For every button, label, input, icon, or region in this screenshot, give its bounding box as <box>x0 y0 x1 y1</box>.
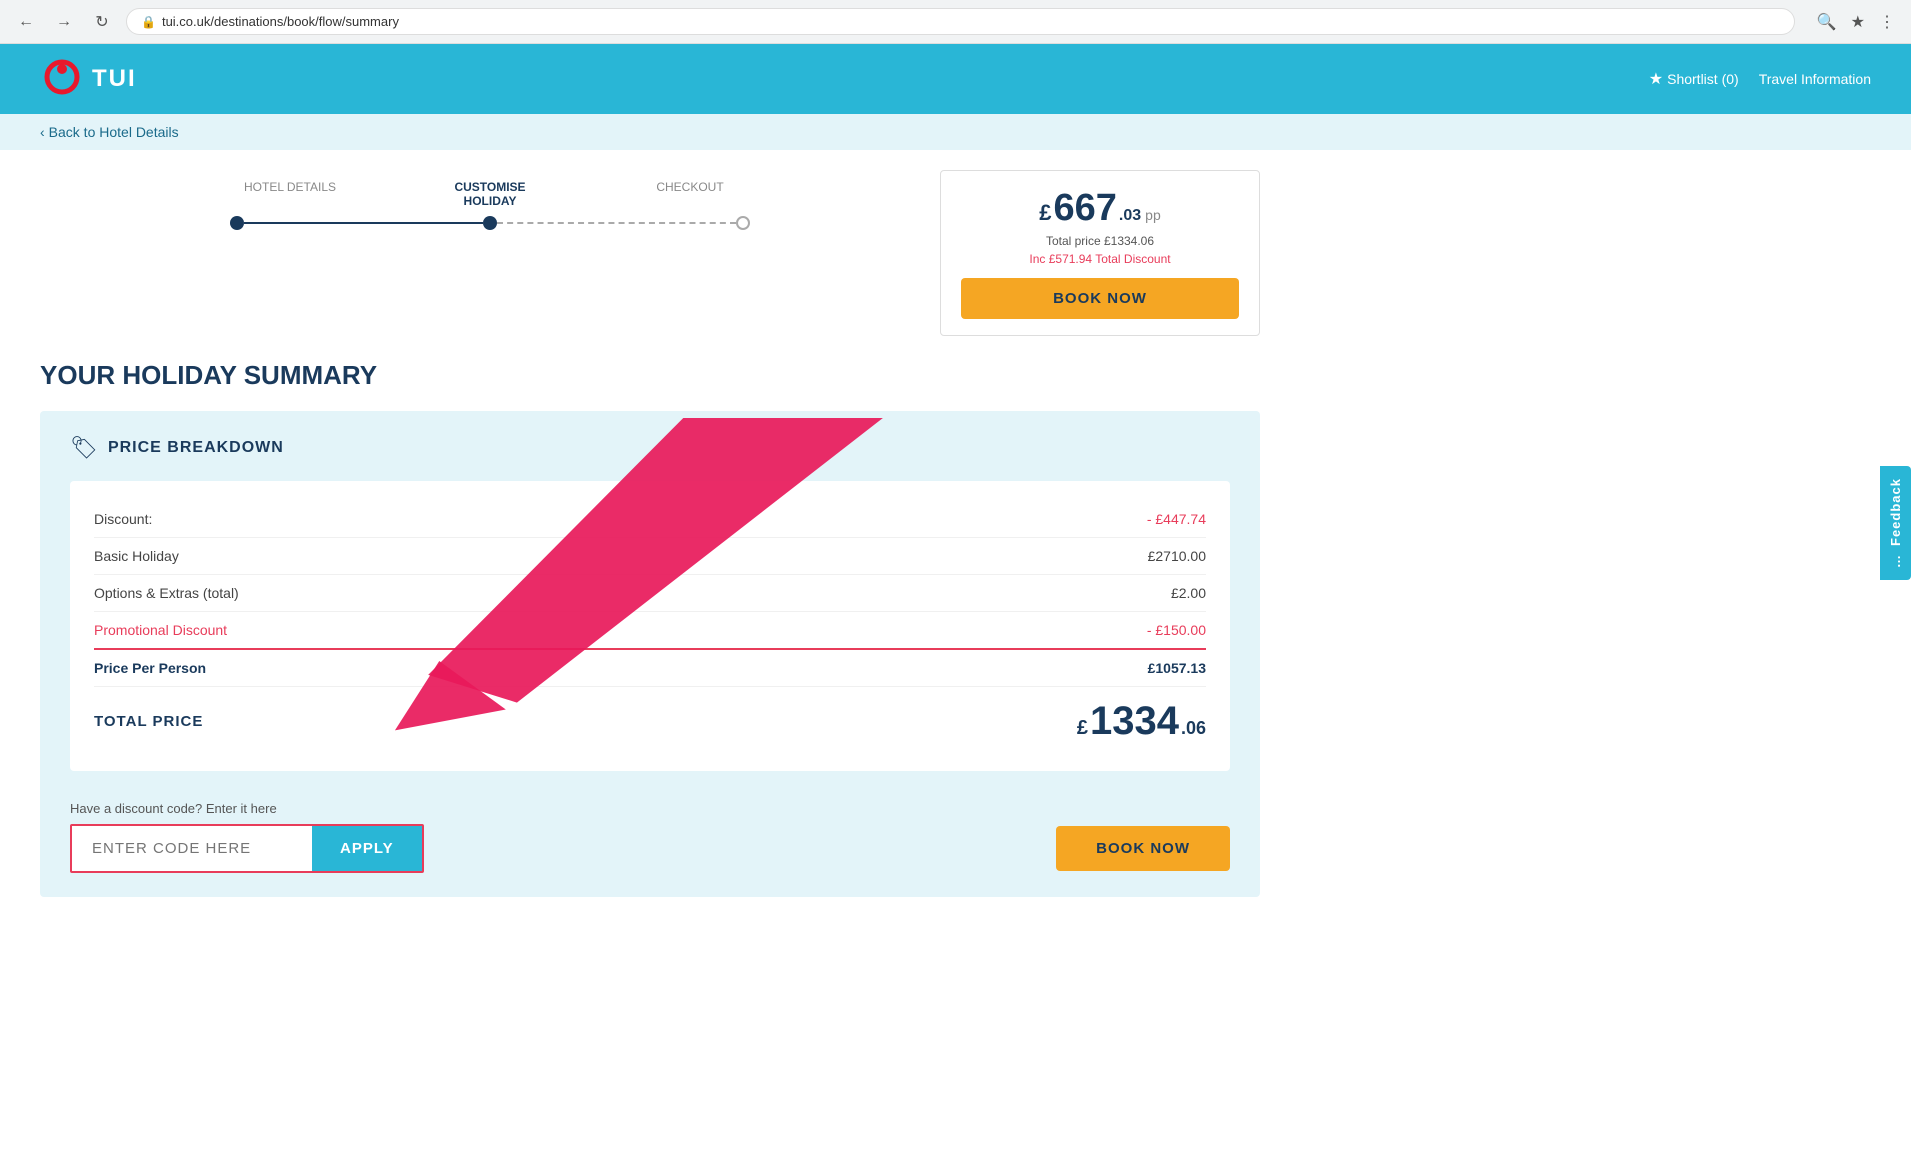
steps-labels: HOTEL DETAILS CUSTOMISE HOLIDAY CHECKOUT <box>230 180 750 208</box>
price-row-promo: Promotional Discount - £150.00 <box>94 612 1206 650</box>
row-value-promo: - £150.00 <box>1147 622 1206 638</box>
sub-nav: ‹ Back to Hotel Details <box>0 114 1911 150</box>
widget-book-now-button[interactable]: BOOK NOW <box>961 278 1239 319</box>
price-row-options: Options & Extras (total) £2.00 <box>94 575 1206 612</box>
url-text: tui.co.uk/destinations/book/flow/summary <box>162 14 399 29</box>
row-value-options: £2.00 <box>1171 585 1206 601</box>
progress-booking-row: HOTEL DETAILS CUSTOMISE HOLIDAY CHECKOUT… <box>40 170 1260 336</box>
progress-steps: HOTEL DETAILS CUSTOMISE HOLIDAY CHECKOUT <box>40 170 940 230</box>
widget-price-currency: £ <box>1039 200 1051 226</box>
menu-button[interactable]: ⋮ <box>1875 8 1899 36</box>
search-button[interactable]: 🔍 <box>1813 8 1841 36</box>
row-label-basic: Basic Holiday <box>94 548 179 564</box>
feedback-label: Feedback <box>1888 478 1903 546</box>
feedback-tab[interactable]: … Feedback <box>1880 466 1911 580</box>
step-label-customise: CUSTOMISE HOLIDAY <box>430 180 550 208</box>
step-label-hotel: HOTEL DETAILS <box>230 180 350 208</box>
row-value-discount: - £447.74 <box>1147 511 1206 527</box>
discount-label: Have a discount code? Enter it here <box>70 801 1230 816</box>
travel-info-link[interactable]: Travel Information <box>1759 71 1871 87</box>
site-header: TUI ★ Shortlist (0) Travel Information <box>0 44 1911 114</box>
back-button[interactable]: ← <box>12 8 40 36</box>
widget-discount-text: Inc £571.94 Total Discount <box>961 252 1239 266</box>
section-title: PRICE BREAKDOWN <box>108 439 284 457</box>
step-dot-hotel <box>230 216 244 230</box>
step-label-checkout: CHECKOUT <box>630 180 750 208</box>
row-label-promo: Promotional Discount <box>94 622 227 638</box>
step-line-2 <box>497 222 736 224</box>
step-dot-checkout <box>736 216 750 230</box>
step-line-1 <box>244 222 483 224</box>
page-title: YOUR HOLIDAY SUMMARY <box>40 360 1260 391</box>
back-chevron-icon: ‹ <box>40 124 45 140</box>
widget-price-pp: pp <box>1145 207 1161 223</box>
total-main: 1334 <box>1090 701 1179 741</box>
bookmark-button[interactable]: ★ <box>1847 8 1869 36</box>
shortlist-label: Shortlist (0) <box>1667 71 1739 87</box>
travel-info-label: Travel Information <box>1759 71 1871 87</box>
price-breakdown-section: 🏷 PRICE BREAKDOWN Discount: - £447.74 Ba… <box>40 411 1260 897</box>
tui-logo[interactable]: TUI <box>40 59 137 99</box>
step-dot-customise <box>483 216 497 230</box>
row-label-options: Options & Extras (total) <box>94 585 239 601</box>
reload-button[interactable]: ↻ <box>88 8 116 36</box>
section-header: 🏷 PRICE BREAKDOWN <box>70 435 1230 461</box>
apply-button[interactable]: APPLY <box>312 826 422 871</box>
forward-button[interactable]: → <box>50 8 78 36</box>
tui-logo-text: TUI <box>92 65 137 93</box>
row-value-basic: £2710.00 <box>1148 548 1206 564</box>
header-nav: ★ Shortlist (0) Travel Information <box>1649 69 1871 89</box>
widget-price-decimal: .03 <box>1119 207 1141 225</box>
address-bar[interactable]: 🔒 tui.co.uk/destinations/book/flow/summa… <box>126 8 1795 35</box>
shortlist-link[interactable]: ★ Shortlist (0) <box>1649 69 1739 89</box>
per-person-label: Price Per Person <box>94 660 206 676</box>
bottom-book-now-button[interactable]: BOOK NOW <box>1056 826 1230 871</box>
row-label-discount: Discount: <box>94 511 152 527</box>
lock-icon: 🔒 <box>141 15 156 29</box>
main-content: HOTEL DETAILS CUSTOMISE HOLIDAY CHECKOUT… <box>0 150 1300 917</box>
browser-actions: 🔍 ★ ⋮ <box>1813 8 1899 36</box>
booking-widget: £ 667 .03 pp Total price £1334.06 Inc £5… <box>940 170 1260 336</box>
price-table: Discount: - £447.74 Basic Holiday £2710.… <box>70 481 1230 771</box>
tui-logo-icon <box>40 59 84 99</box>
feedback-wrapper: … Feedback <box>1880 466 1911 580</box>
browser-bar: ← → ↻ 🔒 tui.co.uk/destinations/book/flow… <box>0 0 1911 44</box>
per-person-value: £1057.13 <box>1148 660 1206 676</box>
total-decimal: .06 <box>1181 718 1206 739</box>
price-row-per-person: Price Per Person £1057.13 <box>94 650 1206 687</box>
price-row-discount: Discount: - £447.74 <box>94 501 1206 538</box>
progress-track <box>230 216 750 230</box>
price-tag-icon: 🏷 <box>70 435 98 461</box>
back-to-hotel-link[interactable]: ‹ Back to Hotel Details <box>40 124 179 140</box>
star-icon: ★ <box>1649 69 1663 89</box>
total-currency: £ <box>1077 717 1088 740</box>
total-value-display: £ 1334 .06 <box>1077 701 1206 741</box>
discount-code-area: Have a discount code? Enter it here APPL… <box>70 791 1230 873</box>
discount-input-group: APPLY <box>70 824 424 873</box>
feedback-dots-icon: … <box>1888 554 1903 568</box>
discount-code-input[interactable] <box>72 826 312 871</box>
price-display: £ 667 .03 pp <box>961 187 1239 230</box>
discount-input-row: APPLY BOOK NOW <box>70 824 1230 873</box>
total-label: TOTAL PRICE <box>94 713 203 730</box>
back-link-text: Back to Hotel Details <box>49 124 179 140</box>
price-row-basic: Basic Holiday £2710.00 <box>94 538 1206 575</box>
total-row: TOTAL PRICE £ 1334 .06 <box>94 687 1206 751</box>
widget-price-main: 667 <box>1054 187 1117 230</box>
widget-total-price-text: Total price £1334.06 <box>961 234 1239 248</box>
